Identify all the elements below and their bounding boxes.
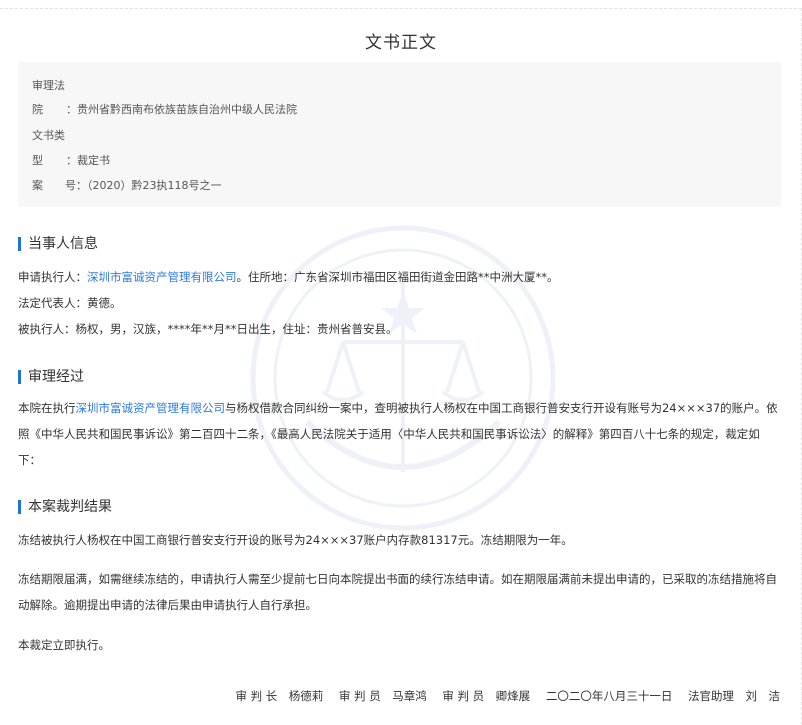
ruling-date: 二〇二〇年八月三十一日 [545,689,673,703]
doc-type-row: 型 ：裁定书 [32,154,110,168]
section-heading-result: 本案裁判结果 [18,499,112,515]
court-label: 审理法 [32,79,65,92]
result-paragraph-3: 本裁定立即执行。 [18,638,110,652]
parties-block: 申请执行人：深圳市富诚资产管理有限公司。住所地：广东省深圳市福田区福田街道金田路… [18,264,781,342]
signature-judge-1: 审 判 员 马章鸿 [338,689,427,703]
signature-chief-judge: 审 判 长 杨德莉 [235,689,324,703]
applicant-company-link[interactable]: 深圳市富诚资产管理有限公司 [87,270,237,284]
process-company-link[interactable]: 深圳市富诚资产管理有限公司 [76,401,226,415]
applicant-line: 申请执行人：深圳市富诚资产管理有限公司。住所地：广东省深圳市福田区福田街道金田路… [18,264,781,290]
process-paragraph: 本院在执行深圳市富诚资产管理有限公司与杨权借款合同纠纷一案中，查明被执行人杨权在… [18,395,781,473]
doc-type-label: 文书类 [32,129,65,142]
process-text-prefix: 本院在执行 [18,401,76,415]
case-number-label: 案 号： [32,179,87,192]
top-divider [0,8,802,9]
respondent-line: 被执行人：杨权，男，汉族，****年**月**日出生，住址：贵州省普安县。 [18,322,398,336]
result-paragraph-2: 冻结期限届满，如需继续冻结的，申请执行人需至少提前七日向本院提出书面的续行冻结申… [18,572,777,612]
court-value: ：贵州省黔西南布依族苗族自治州中级人民法院 [66,103,297,116]
court-label-cont: 院 [32,103,43,116]
section-heading-process: 审理经过 [18,369,84,385]
signature-line: 审 判 长 杨德莉 审 判 员 马章鸿 审 判 员 卿烽展 二〇二〇年八月三十一… [223,688,780,704]
case-number-value: （2020）黔23执118号之一 [87,179,222,192]
applicant-address: 。住所地：广东省深圳市福田区福田街道金田路**中洲大厦**。 [236,270,559,284]
document-title: 文书正文 [365,33,437,53]
case-number-row: 案 号：（2020）黔23执118号之一 [32,179,222,193]
applicant-prefix: 申请执行人： [18,270,87,284]
doc-type-label-cont: 型 [32,154,43,167]
result-paragraph-1: 冻结被执行人杨权在中国工商银行普安支行开设的账号为24×××37账户内存款813… [18,533,573,547]
signature-clerk: 法官助理 刘 洁 [688,689,780,703]
legal-rep-line: 法定代表人：黄德。 [18,296,122,310]
doc-type-value: ：裁定书 [66,154,110,167]
signature-judge-2: 审 判 员 卿烽展 [442,689,531,703]
document-meta-panel: 审理法 院 ：贵州省黔西南布依族苗族自治州中级人民法院 文书类 型 ：裁定书 案… [18,62,781,207]
court-row: 院 ：贵州省黔西南布依族苗族自治州中级人民法院 [32,103,297,117]
section-heading-parties: 当事人信息 [18,236,98,252]
